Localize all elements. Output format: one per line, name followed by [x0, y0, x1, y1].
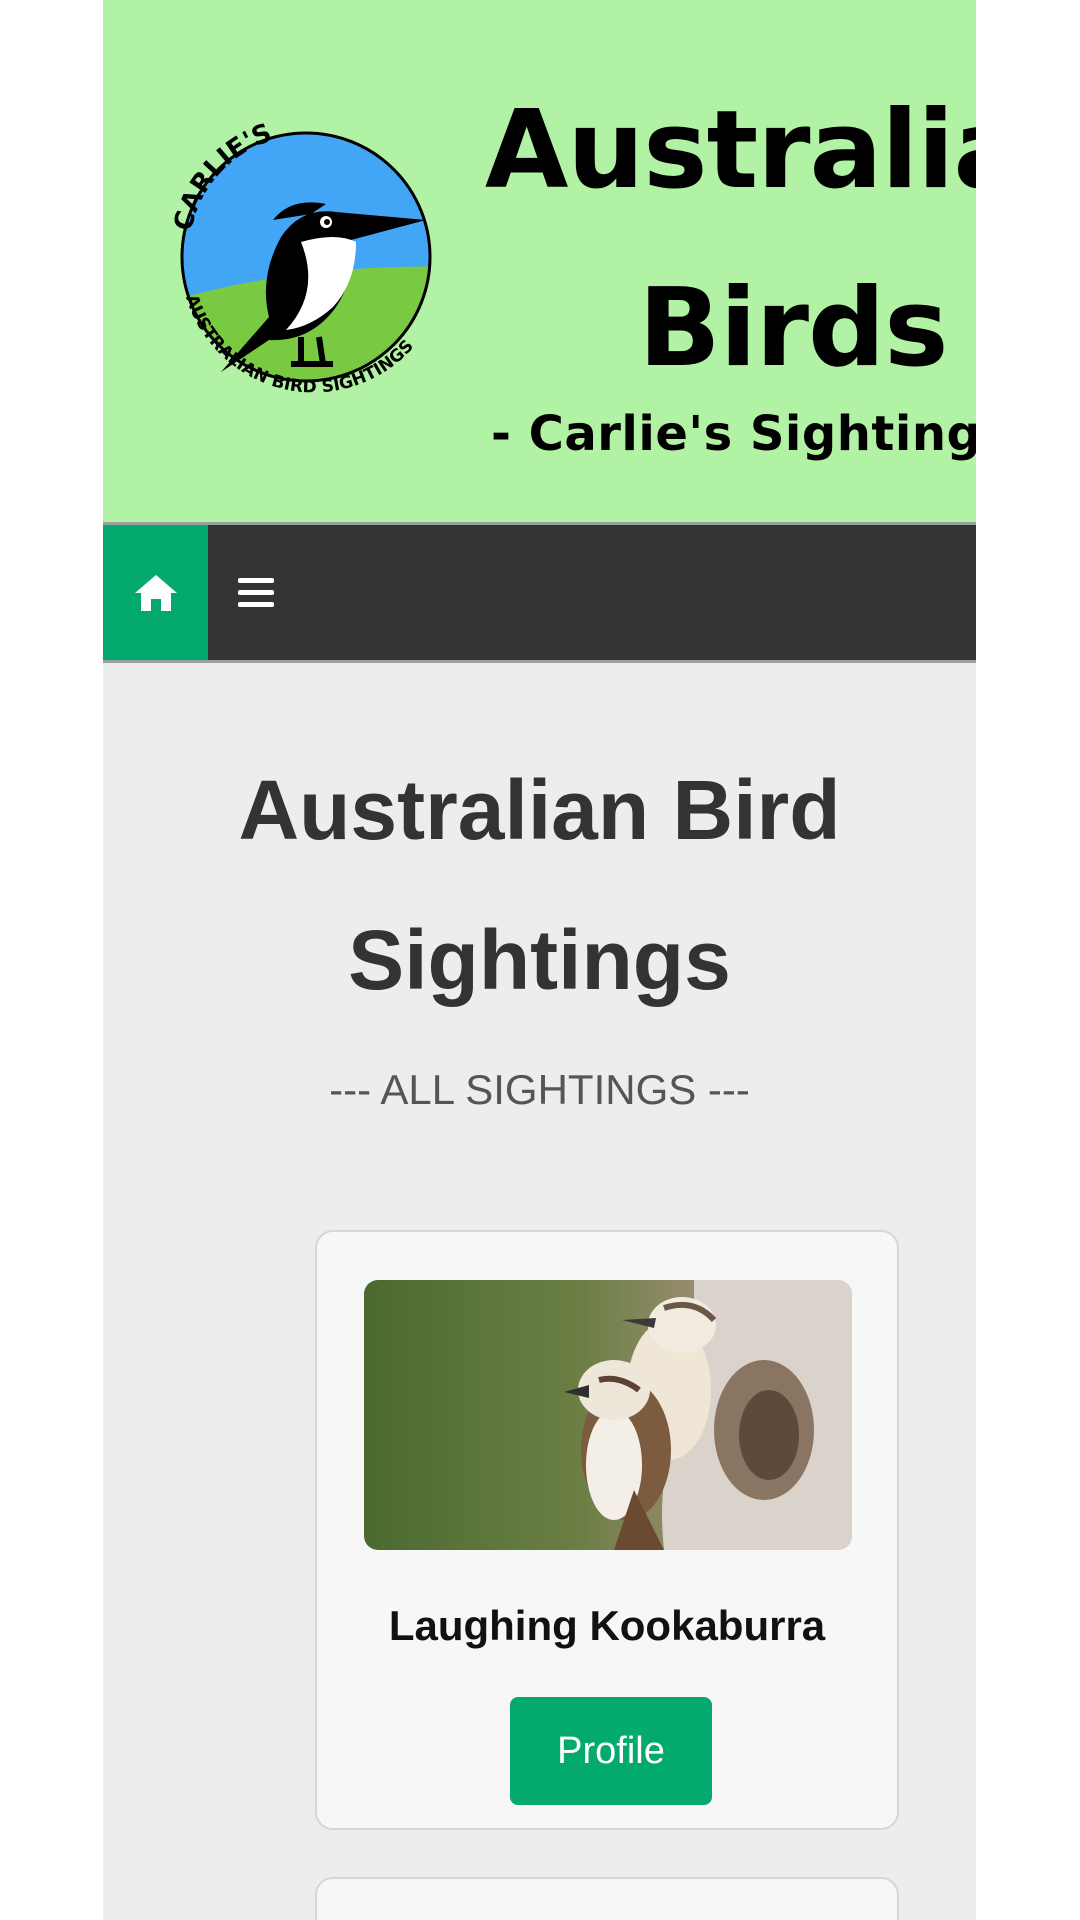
menu-button[interactable]: [208, 525, 303, 660]
page-heading: Australian Bird Sightings: [238, 763, 841, 1007]
site-logo[interactable]: CARLIE'S AUSTRALIAN BIRD SIGHTINGS: [151, 102, 461, 412]
site-title-line-2: Birds: [638, 266, 948, 391]
hamburger-menu-icon: [237, 577, 274, 607]
home-button[interactable]: [103, 525, 208, 660]
sighting-card: Laughing Kookaburra Profile: [315, 1230, 899, 1830]
site-title: Australian Birds: [443, 62, 976, 418]
profile-button[interactable]: Profile: [510, 1697, 712, 1805]
page: CARLIE'S AUSTRALIAN BIRD SIGHTINGS Austr…: [103, 0, 976, 1920]
site-title-line-1: Australian: [484, 88, 976, 213]
sighting-card: [315, 1877, 899, 1920]
bird-name: Laughing Kookaburra: [388, 1602, 826, 1649]
site-header: CARLIE'S AUSTRALIAN BIRD SIGHTINGS Austr…: [103, 0, 976, 525]
nav-bar: [103, 525, 976, 663]
bird-photo: [364, 1280, 852, 1550]
section-label: --- ALL SIGHTINGS ---: [329, 1066, 750, 1113]
home-icon: [134, 574, 177, 611]
site-subtitle: - Carlie's Sightings: [491, 406, 976, 462]
